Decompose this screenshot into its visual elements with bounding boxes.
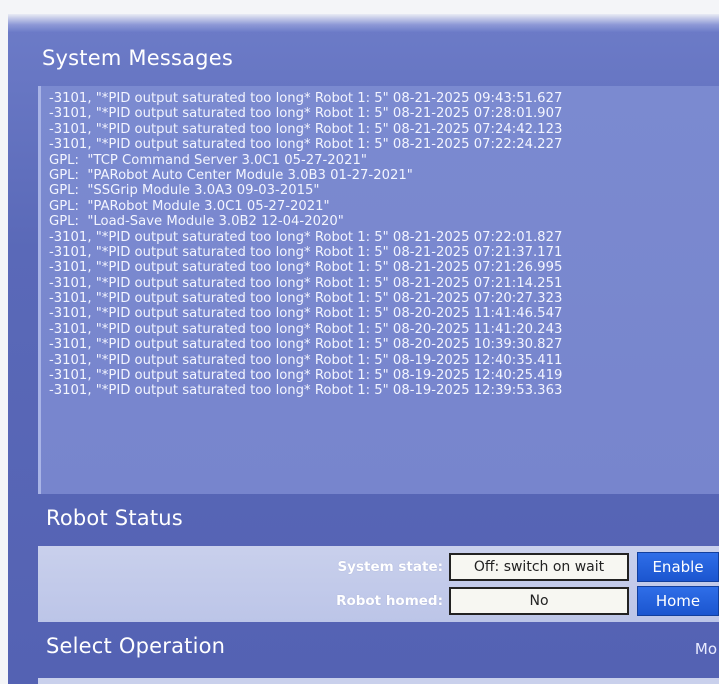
robot-homed-value: No — [449, 587, 629, 615]
message-line: GPL: "Load-Save Module 3.0B2 12-04-2020" — [49, 214, 344, 230]
message-line: -3101, "*PID output saturated too long* … — [49, 121, 563, 137]
system-state-label: System state: — [337, 559, 443, 575]
message-line: -3101, "*PID output saturated too long* … — [49, 337, 563, 353]
home-button[interactable]: Home — [637, 586, 719, 616]
message-line: GPL: "TCP Command Server 3.0C1 05-27-202… — [49, 152, 367, 168]
message-line: -3101, "*PID output saturated too long* … — [49, 368, 563, 384]
robot-status-title: Robot Status — [46, 506, 183, 530]
system-state-value: Off: switch on wait — [449, 553, 629, 581]
message-line: -3101, "*PID output saturated too long* … — [49, 229, 563, 245]
system-state-row: System state: Off: switch on wait Enable — [283, 552, 719, 582]
controller-screen: System Messages -3101, "*PID output satu… — [8, 14, 719, 684]
screen-top-edge — [8, 14, 719, 32]
message-line: -3101, "*PID output saturated too long* … — [49, 352, 563, 368]
message-line: -3101, "*PID output saturated too long* … — [49, 321, 563, 337]
enable-button[interactable]: Enable — [637, 552, 719, 582]
message-line: GPL: "SSGrip Module 3.0A3 09-03-2015" — [49, 183, 320, 199]
message-line: GPL: "PARobot Auto Center Module 3.0B3 0… — [49, 167, 413, 183]
message-line: GPL: "PARobot Module 3.0C1 05-27-2021" — [49, 198, 330, 214]
message-line: -3101, "*PID output saturated too long* … — [49, 260, 563, 276]
robot-homed-row: Robot homed: No Home — [283, 586, 719, 616]
robot-status-panel: System state: Off: switch on wait Enable… — [38, 546, 719, 622]
select-operation-panel — [38, 678, 719, 684]
message-line: -3101, "*PID output saturated too long* … — [49, 244, 563, 260]
robot-homed-label: Robot homed: — [336, 593, 443, 609]
system-messages-title: System Messages — [42, 46, 233, 70]
message-line: -3101, "*PID output saturated too long* … — [49, 91, 563, 106]
message-line: -3101, "*PID output saturated too long* … — [49, 106, 563, 122]
message-line: -3101, "*PID output saturated too long* … — [49, 275, 563, 291]
system-messages-log[interactable]: -3101, "*PID output saturated too long* … — [38, 86, 719, 494]
message-line: -3101, "*PID output saturated too long* … — [49, 291, 563, 307]
select-operation-title: Select Operation — [46, 634, 226, 658]
message-line: -3101, "*PID output saturated too long* … — [49, 306, 563, 322]
message-line: -3101, "*PID output saturated too long* … — [49, 383, 563, 399]
mode-label[interactable]: Mo — [695, 640, 717, 658]
message-line: -3101, "*PID output saturated too long* … — [49, 137, 563, 153]
